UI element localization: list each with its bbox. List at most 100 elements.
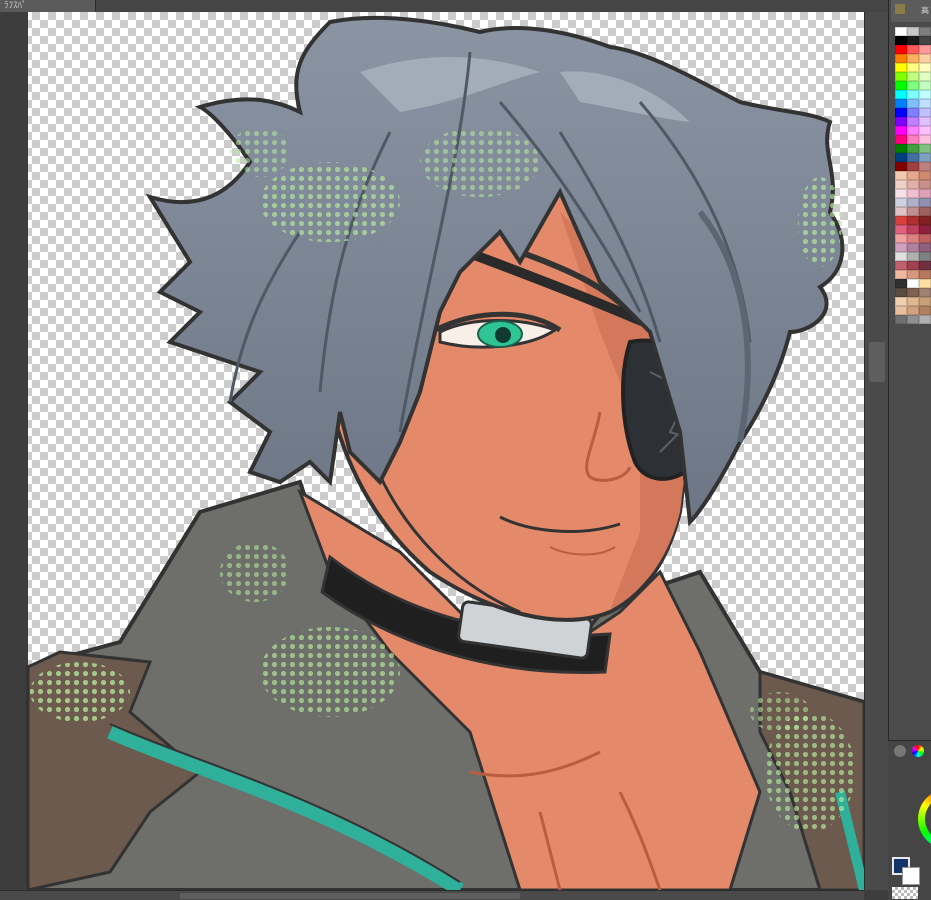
color-swatch[interactable] — [895, 288, 907, 297]
color-swatch[interactable] — [919, 189, 931, 198]
horizontal-scrollbar[interactable] — [0, 890, 864, 900]
color-swatch[interactable] — [919, 117, 931, 126]
color-swatch[interactable] — [919, 108, 931, 117]
color-swatch[interactable] — [907, 297, 919, 306]
color-swatch[interactable] — [907, 135, 919, 144]
color-swatch[interactable] — [919, 126, 931, 135]
color-swatch[interactable] — [907, 72, 919, 81]
color-swatch[interactable] — [907, 315, 919, 324]
color-slider-tab-icon[interactable] — [894, 745, 906, 757]
color-swatch[interactable] — [919, 207, 931, 216]
color-swatch[interactable] — [919, 198, 931, 207]
color-swatch[interactable] — [907, 207, 919, 216]
color-swatch[interactable] — [907, 108, 919, 117]
color-swatch[interactable] — [895, 189, 907, 198]
horizontal-scroll-thumb[interactable] — [180, 893, 520, 899]
color-swatch[interactable] — [895, 27, 907, 36]
color-swatch[interactable] — [919, 45, 931, 54]
color-swatch[interactable] — [907, 288, 919, 297]
color-swatch[interactable] — [919, 81, 931, 90]
color-swatch[interactable] — [895, 126, 907, 135]
color-swatch[interactable] — [907, 153, 919, 162]
color-swatch[interactable] — [895, 234, 907, 243]
color-swatch[interactable] — [907, 180, 919, 189]
color-swatch[interactable] — [895, 261, 907, 270]
color-swatch[interactable] — [919, 180, 931, 189]
color-swatch[interactable] — [895, 315, 907, 324]
color-swatch[interactable] — [907, 27, 919, 36]
color-swatch[interactable] — [895, 45, 907, 54]
color-swatch[interactable] — [895, 72, 907, 81]
color-swatch[interactable] — [907, 45, 919, 54]
color-swatch[interactable] — [907, 162, 919, 171]
color-swatch[interactable] — [907, 234, 919, 243]
color-swatch[interactable] — [907, 81, 919, 90]
panel-menu-icon[interactable] — [895, 4, 905, 14]
color-wheel-tab-icon[interactable] — [912, 745, 924, 757]
color-swatch[interactable] — [919, 153, 931, 162]
color-swatch[interactable] — [907, 63, 919, 72]
color-swatch[interactable] — [919, 171, 931, 180]
color-swatch[interactable] — [895, 117, 907, 126]
transparent-color-swatch[interactable] — [892, 887, 918, 899]
color-wheel[interactable] — [918, 789, 931, 849]
color-swatch[interactable] — [895, 153, 907, 162]
sub-drawing-color[interactable] — [902, 867, 920, 885]
color-swatch[interactable] — [907, 117, 919, 126]
color-swatch[interactable] — [907, 216, 919, 225]
color-swatch[interactable] — [895, 171, 907, 180]
color-swatch[interactable] — [895, 162, 907, 171]
color-swatch[interactable] — [919, 36, 931, 45]
color-swatch[interactable] — [919, 72, 931, 81]
color-swatch[interactable] — [907, 54, 919, 63]
color-swatch[interactable] — [919, 135, 931, 144]
color-swatch[interactable] — [919, 315, 931, 324]
color-swatch[interactable] — [919, 288, 931, 297]
color-swatch[interactable] — [919, 27, 931, 36]
color-swatch[interactable] — [907, 306, 919, 315]
color-swatch[interactable] — [895, 243, 907, 252]
color-swatch[interactable] — [919, 225, 931, 234]
color-swatch[interactable] — [907, 270, 919, 279]
color-swatch[interactable] — [907, 261, 919, 270]
color-swatch[interactable] — [919, 243, 931, 252]
color-swatch[interactable] — [895, 144, 907, 153]
color-swatch[interactable] — [919, 279, 931, 288]
color-swatch[interactable] — [907, 99, 919, 108]
color-swatch[interactable] — [907, 171, 919, 180]
color-swatch[interactable] — [907, 279, 919, 288]
color-swatch[interactable] — [919, 90, 931, 99]
color-swatch[interactable] — [895, 108, 907, 117]
color-swatch[interactable] — [919, 54, 931, 63]
vertical-scrollbar[interactable] — [864, 12, 889, 890]
canvas-area[interactable] — [0, 12, 888, 900]
vertical-scroll-thumb[interactable] — [869, 342, 885, 382]
color-swatch[interactable] — [919, 297, 931, 306]
color-swatch[interactable] — [907, 243, 919, 252]
color-swatch[interactable] — [919, 234, 931, 243]
color-swatch[interactable] — [895, 135, 907, 144]
color-swatch[interactable] — [895, 207, 907, 216]
color-swatch[interactable] — [895, 306, 907, 315]
color-swatch[interactable] — [919, 216, 931, 225]
color-swatch[interactable] — [907, 252, 919, 261]
color-swatch[interactable] — [919, 99, 931, 108]
color-swatch[interactable] — [895, 99, 907, 108]
color-swatch[interactable] — [907, 225, 919, 234]
color-swatch[interactable] — [895, 270, 907, 279]
color-swatch[interactable] — [895, 54, 907, 63]
color-swatch[interactable] — [907, 189, 919, 198]
color-swatch[interactable] — [895, 279, 907, 288]
color-swatch[interactable] — [919, 144, 931, 153]
color-swatch[interactable] — [895, 81, 907, 90]
color-swatch[interactable] — [895, 198, 907, 207]
color-swatch[interactable] — [919, 162, 931, 171]
color-swatch[interactable] — [919, 252, 931, 261]
color-swatch[interactable] — [919, 63, 931, 72]
color-swatch[interactable] — [919, 270, 931, 279]
panel-header[interactable]: 高 — [891, 0, 931, 22]
color-swatch[interactable] — [907, 198, 919, 207]
color-swatch[interactable] — [919, 261, 931, 270]
color-swatch[interactable] — [895, 90, 907, 99]
color-swatch[interactable] — [907, 36, 919, 45]
